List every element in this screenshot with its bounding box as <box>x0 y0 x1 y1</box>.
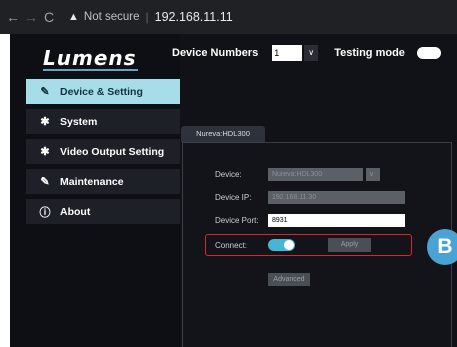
connect-label: Connect: <box>215 241 248 250</box>
sidebar-item-label: Maintenance <box>60 175 124 188</box>
device-port-field[interactable]: 8931 <box>268 214 405 227</box>
testing-mode-label: Testing mode <box>334 47 405 59</box>
device-label: Device: <box>215 170 242 179</box>
chevron-down-icon[interactable]: ∨ <box>366 168 380 181</box>
wrench-icon: ✎ <box>40 86 50 98</box>
testing-mode-toggle[interactable] <box>416 47 441 59</box>
gear-icon: ✱ <box>40 146 50 158</box>
wrench-icon: ✎ <box>40 176 50 188</box>
chevron-down-icon[interactable]: ∨ <box>304 45 319 61</box>
device-select[interactable]: Nureva:HDL300 <box>268 168 363 181</box>
callout-badge: B <box>427 229 457 265</box>
sidebar-item-label: Video Output Setting <box>60 145 165 158</box>
sidebar-item-about[interactable]: ⓘ About <box>26 199 180 224</box>
apply-button[interactable]: Apply <box>328 238 371 252</box>
sidebar-item-device-setting[interactable]: ✎ Device & Setting <box>26 79 180 104</box>
lumens-logo: Lumens <box>43 46 137 70</box>
device-header: Device Numbers 1 ∨ Testing mode <box>172 42 447 64</box>
warning-icon[interactable]: ▲ <box>68 11 79 23</box>
browser-toolbar: ← → C ▲ Not secure | 192.168.11.11 <box>0 0 457 34</box>
device-numbers-label: Device Numbers <box>172 47 259 59</box>
tab-device[interactable]: Nureva:HDL300 <box>181 126 265 142</box>
logo-underline <box>43 69 138 71</box>
url-separator: | <box>145 10 149 24</box>
sidebar-menu: ✎ Device & Setting ✱ System ✱ Video Outp… <box>26 79 180 229</box>
reload-icon[interactable]: C <box>40 9 58 25</box>
advanced-button[interactable]: Advanced <box>268 273 310 286</box>
sidebar-item-label: System <box>60 115 98 128</box>
back-arrow-icon[interactable]: ← <box>4 9 22 25</box>
device-port-label: Device Port: <box>215 216 259 225</box>
toggle-knob <box>284 240 294 250</box>
sidebar-item-system[interactable]: ✱ System <box>26 109 180 134</box>
sidebar-item-video-output-setting[interactable]: ✱ Video Output Setting <box>26 139 180 164</box>
device-numbers-select[interactable]: 1 <box>272 45 303 61</box>
sidebar: Lumens ✎ Device & Setting ✱ System ✱ Vid… <box>10 34 180 347</box>
sidebar-item-maintenance[interactable]: ✎ Maintenance <box>26 169 180 194</box>
info-icon: ⓘ <box>39 206 51 219</box>
address-bar-url[interactable]: 192.168.11.11 <box>155 10 233 24</box>
connect-toggle[interactable] <box>268 239 295 251</box>
gear-icon: ✱ <box>40 116 50 128</box>
security-status[interactable]: Not secure <box>84 11 140 23</box>
device-ip-label: Device IP: <box>215 193 252 202</box>
device-ip-field[interactable]: 192.168.11.30 <box>268 191 405 204</box>
sidebar-item-label: About <box>60 205 91 218</box>
sidebar-item-label: Device & Setting <box>60 85 143 98</box>
forward-arrow-icon[interactable]: → <box>22 9 40 25</box>
